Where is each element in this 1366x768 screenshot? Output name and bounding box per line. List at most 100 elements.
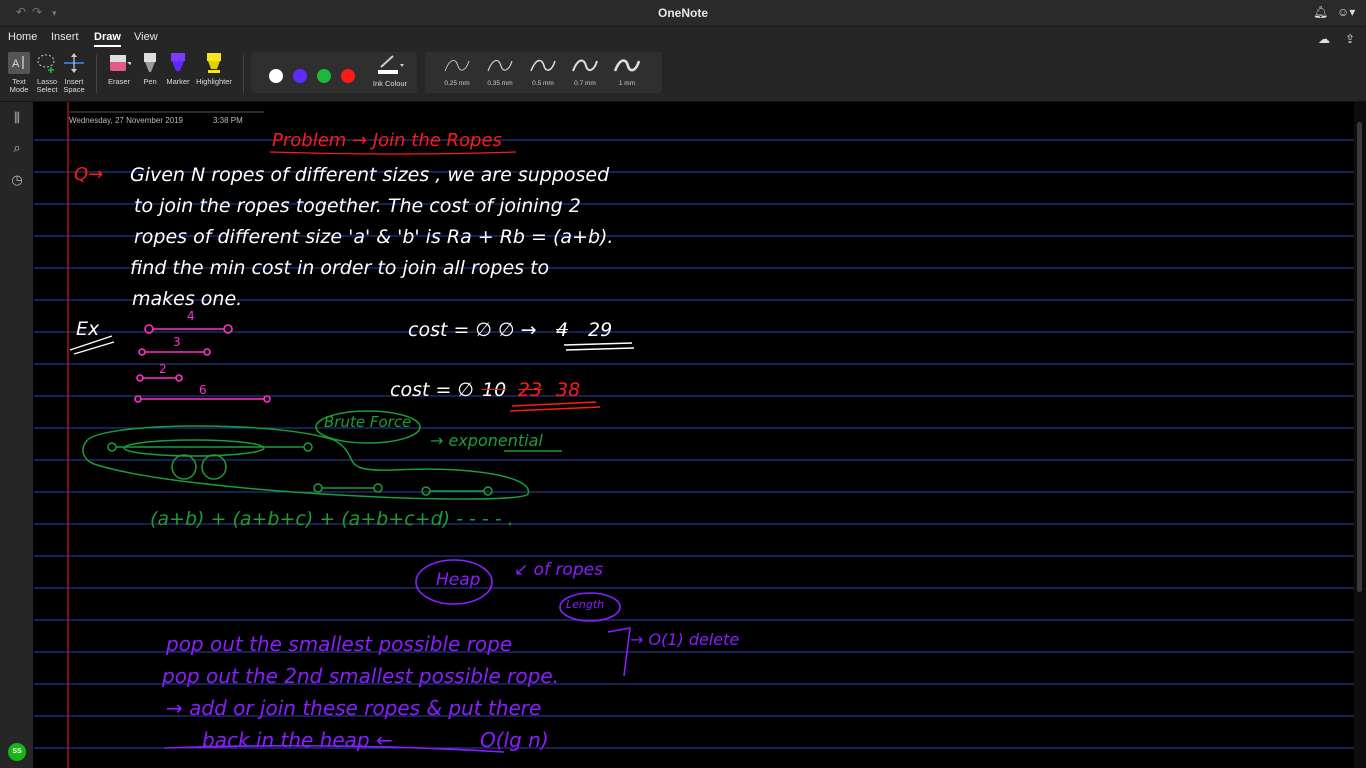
- marker-button[interactable]: Marker: [164, 51, 192, 86]
- lasso-select-button[interactable]: Lasso Select: [34, 51, 60, 94]
- highlighter-button[interactable]: Highlighter: [194, 51, 234, 86]
- eraser-label: Eraser: [107, 77, 131, 86]
- cost-line-1: cost = ∅ ∅ →: [408, 319, 537, 341]
- search-icon[interactable]: ⌕: [9, 140, 25, 156]
- draw-ribbon: A Text Mode Lasso Select Insert Space Er…: [0, 49, 1366, 102]
- text-cursor-icon: A: [8, 52, 30, 74]
- cost-line-2-step2: 23: [518, 379, 543, 401]
- avatar[interactable]: SS: [8, 743, 26, 761]
- eraser-button[interactable]: Eraser: [104, 51, 134, 86]
- pen-size-gallery: 0.25 mm 0.35 mm 0.5 mm 0.7 mm 1 mm: [425, 52, 662, 93]
- question-line-3: ropes of different size 'a' & 'b' is Ra …: [134, 226, 614, 248]
- colour-green[interactable]: [317, 69, 331, 83]
- stroke-preview-icon: [572, 59, 598, 72]
- of-ropes-label: ↙ of ropes: [514, 560, 603, 580]
- page-date: Wednesday, 27 November 2019: [69, 116, 183, 125]
- stroke-preview-icon: [613, 59, 641, 72]
- cost-line-1-struck: 4: [556, 319, 569, 341]
- recent-icon[interactable]: ◷: [9, 172, 25, 188]
- cost-line-2-step1: 10: [482, 379, 507, 401]
- insert-space-label: Insert Space: [63, 77, 85, 94]
- colour-palette: Ink Colour: [251, 52, 417, 93]
- insert-space-icon: [64, 53, 84, 73]
- combination-sum: (a+b) + (a+b+c) + (a+b+c+d) - - - - .: [150, 508, 514, 530]
- pen-size-label: 0.5 mm: [532, 80, 554, 87]
- marker-icon: [171, 53, 185, 71]
- ink-colour-icon: [378, 55, 404, 74]
- rope-length-4: 4: [187, 309, 195, 323]
- colour-purple[interactable]: [293, 69, 307, 83]
- window-title: OneNote: [657, 6, 708, 20]
- lengths-label: Length: [566, 598, 605, 611]
- cost-line-2: cost = ∅: [390, 379, 474, 401]
- sync-icon[interactable]: ☁: [1318, 32, 1330, 46]
- pen-icon: [144, 53, 156, 72]
- title-bar: ↶ ↷ ▾ OneNote 🔔︎ ☺▾: [0, 0, 1366, 27]
- colour-white[interactable]: [269, 69, 283, 83]
- note-title: Problem → Join the Ropes: [272, 130, 502, 151]
- page-time: 3:38 PM: [213, 116, 243, 125]
- svg-text:A: A: [12, 58, 20, 70]
- colour-red[interactable]: [341, 69, 355, 83]
- question-line-1: Given N ropes of different sizes , we ar…: [130, 164, 610, 186]
- pen-button[interactable]: Pen: [138, 51, 162, 86]
- text-mode-label: Text Mode: [9, 77, 29, 94]
- stroke-preview-icon: [487, 60, 513, 72]
- pop-step-1: pop out the smallest possible rope: [166, 632, 513, 656]
- text-mode-button[interactable]: A Text Mode: [6, 51, 32, 94]
- example-label: Ex: [76, 318, 100, 340]
- back-in-heap-step: back in the heap ←: [202, 728, 393, 752]
- add-step: → add or join these ropes & put there: [166, 696, 542, 720]
- pen-size-label: 1 mm: [618, 80, 636, 87]
- menu-draw[interactable]: Draw: [94, 31, 121, 47]
- pen-size-label: 0.7 mm: [574, 80, 596, 87]
- ribbon-separator: [96, 55, 97, 93]
- complexity-log: O(lg n): [480, 728, 549, 752]
- rope-length-2: 2: [159, 362, 167, 376]
- smiley-icon[interactable]: ☺▾: [1337, 5, 1355, 19]
- question-marker: Q→: [74, 164, 104, 185]
- scrollbar-thumb[interactable]: [1357, 122, 1362, 592]
- brute-force-label: Brute Force: [324, 413, 412, 431]
- ribbon-separator: [243, 55, 244, 93]
- menu-bar: Home Insert Draw View ☁ ⇪: [0, 27, 1366, 49]
- insert-space-button[interactable]: Insert Space: [61, 51, 87, 94]
- pen-label: Pen: [143, 77, 157, 86]
- cost-line-1-result: 29: [588, 319, 613, 341]
- vertical-scrollbar[interactable]: [1354, 102, 1366, 768]
- menu-insert[interactable]: Insert: [51, 31, 79, 43]
- exponential-label: → exponential: [430, 431, 543, 450]
- rope-length-6: 6: [199, 383, 207, 397]
- menu-home[interactable]: Home: [8, 31, 37, 43]
- menu-view[interactable]: View: [134, 31, 158, 43]
- lasso-select-label: Lasso Select: [36, 77, 58, 94]
- stroke-preview-icon: [530, 59, 556, 72]
- pop-step-2: pop out the 2nd smallest possible rope.: [162, 664, 559, 688]
- highlighter-label: Highlighter: [196, 77, 232, 86]
- question-line-2: to join the ropes together. The cost of …: [134, 195, 581, 217]
- rope-length-3: 3: [173, 335, 181, 349]
- pen-size-label: 0.35 mm: [487, 80, 513, 87]
- pen-size-035[interactable]: 0.35 mm: [480, 54, 520, 87]
- pen-size-05[interactable]: 0.5 mm: [523, 54, 563, 87]
- eraser-icon: [110, 55, 131, 71]
- complexity-delete: → O(1) delete: [630, 630, 740, 649]
- ink-colour-button[interactable]: Ink Colour: [370, 53, 410, 88]
- pen-size-label: 0.25 mm: [444, 80, 470, 87]
- question-line-4: find the min cost in order to join all r…: [130, 257, 550, 279]
- question-line-5: makes one.: [132, 288, 243, 310]
- bell-icon[interactable]: 🔔︎: [1313, 5, 1328, 19]
- notebooks-icon[interactable]: ⫼: [9, 110, 25, 126]
- pen-size-07[interactable]: 0.7 mm: [565, 54, 605, 87]
- share-icon[interactable]: ⇪: [1345, 32, 1355, 46]
- cost-line-2-result: 38: [556, 379, 581, 401]
- pen-size-1[interactable]: 1 mm: [607, 54, 647, 87]
- pen-size-025[interactable]: 0.25 mm: [437, 54, 477, 87]
- note-canvas[interactable]: Wednesday, 27 November 2019 3:38 PM Prob…: [34, 102, 1354, 768]
- ink-colour-label: Ink Colour: [372, 79, 408, 88]
- highlighter-icon: [207, 53, 221, 73]
- lasso-icon: [37, 54, 55, 73]
- stroke-preview-icon: [444, 60, 470, 72]
- marker-label: Marker: [166, 77, 190, 86]
- heap-label: Heap: [436, 570, 481, 590]
